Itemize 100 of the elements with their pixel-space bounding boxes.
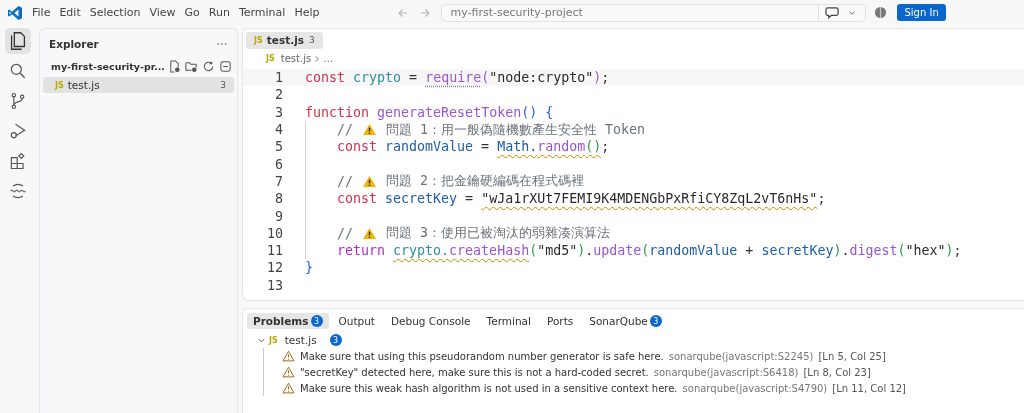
code-identifier: secretKey [385, 191, 458, 207]
line-number: 5 [274, 139, 283, 155]
code-bracket: ( [481, 70, 490, 86]
problem-location: [Ln 11, Col 12] [832, 382, 907, 394]
problem-message[interactable]: Make sure that using this pseudorandom number generator is safe here. [300, 350, 664, 362]
code-comment: 問題 1：用一般偽隨機數產生安全性 Token [385, 120, 646, 139]
count-badge: 3 [329, 334, 342, 346]
menu-item[interactable]: Run [208, 6, 230, 19]
code-function: update [593, 243, 642, 259]
line-number: 3 [274, 104, 283, 120]
code-string: "md5" [537, 243, 578, 259]
line-number: 4 [274, 122, 283, 138]
tree-item[interactable]: JS test.js 3 [43, 77, 234, 93]
breadcrumb-item[interactable]: … [323, 53, 334, 64]
code-function: generateResetToken [377, 104, 522, 120]
code-identifier: randomValue [385, 139, 474, 155]
warning-icon [362, 123, 378, 137]
line-number: 10 [266, 225, 283, 241]
problem-source: sonarqube(javascript:S2245) [668, 350, 814, 362]
line-number: 11 [266, 243, 283, 259]
code-bracket: ( [529, 243, 538, 259]
line-number: 9 [274, 208, 283, 224]
code-keyword: const [337, 191, 379, 207]
code-function: createHash [449, 243, 530, 259]
panel-tab[interactable]: Ports [540, 313, 580, 329]
menu-item[interactable]: Selection [89, 6, 141, 19]
problem-location: [Ln 5, Col 25] [818, 350, 886, 362]
code-text: ; [817, 191, 826, 207]
panel-tab[interactable]: Problems 3 [247, 313, 329, 329]
sidebar-title: Explorer [49, 38, 99, 50]
code-comment: // [337, 173, 354, 189]
line-number: 13 [266, 277, 283, 293]
code-function: digest [849, 243, 898, 259]
line-number: 8 [274, 191, 283, 207]
folder-name[interactable]: my-first-security-pr... [51, 61, 165, 72]
problem-source: sonarqube(javascript:S6418) [653, 366, 799, 378]
code-identifier: crypto [353, 70, 402, 86]
sign-in-button[interactable]: Sign In [897, 4, 946, 21]
code-keyword: const [305, 70, 347, 86]
code-text: . [585, 243, 594, 259]
menu-item[interactable]: Terminal [238, 6, 286, 19]
new-folder-icon[interactable] [184, 60, 198, 73]
code-bracket: ) [833, 243, 842, 259]
code-comment: 問題 3：使用已被淘汰的弱雜湊演算法 [385, 224, 611, 243]
code-identifier: crypto. [393, 243, 450, 259]
code-keyword: function [305, 104, 371, 120]
code-bracket: ) [577, 243, 586, 259]
code-text: . [841, 243, 850, 259]
code-function: require [425, 70, 482, 86]
panel-tab[interactable]: Terminal [480, 313, 537, 329]
chat-bubble-icon[interactable] [825, 5, 841, 20]
code-identifier: secretKey [761, 243, 834, 259]
warning-icon [362, 174, 378, 188]
code-text: + [744, 243, 755, 259]
more-icon[interactable] [217, 42, 227, 46]
code-keyword: const [337, 139, 379, 155]
breadcrumb-item[interactable]: test.js [280, 53, 312, 64]
menu-item[interactable]: Go [184, 6, 200, 19]
warning-icon [282, 382, 295, 394]
code-bracket: } [305, 260, 313, 276]
problem-message[interactable]: Make sure this weak hash algorithm is not used in a sensitive context here. [300, 382, 678, 394]
file-type-label: JS [269, 335, 278, 345]
code-text: = [480, 139, 491, 155]
menu-item[interactable]: View [149, 6, 176, 19]
warning-icon [282, 350, 295, 362]
code-bracket: ( [897, 243, 906, 259]
panel-tab[interactable]: SonarQube 3 [583, 313, 668, 329]
collapse-all-icon[interactable] [218, 60, 232, 73]
new-file-icon[interactable] [167, 60, 181, 73]
code-string: "hex" [905, 243, 946, 259]
line-number: 7 [274, 173, 283, 189]
chevron-right-icon [314, 54, 321, 63]
file-type-label: JS [266, 54, 275, 63]
panel-tab[interactable]: Output [332, 313, 381, 329]
code-bracket: () { [521, 104, 554, 120]
problem-message[interactable]: "secretKey" detected here, make sure this is not a hard-coded secret. [300, 366, 649, 378]
code-bracket: () [585, 139, 602, 155]
menu-item[interactable]: File [32, 6, 51, 19]
warning-icon [282, 366, 295, 378]
line-number: 12 [266, 260, 283, 276]
code-keyword: return [337, 243, 387, 259]
problem-file-name[interactable]: test.js [284, 334, 317, 346]
command-center-field[interactable]: my-first-security-project [441, 3, 867, 22]
code-bracket: ) [945, 243, 954, 259]
refresh-icon[interactable] [201, 60, 215, 73]
menu-item[interactable]: Help [294, 6, 320, 19]
warning-icon [362, 226, 378, 240]
panel-tab[interactable]: Debug Console [385, 313, 477, 329]
code-string: "node:crypto" [489, 70, 594, 86]
account-icon[interactable] [874, 6, 888, 19]
code-text: = [464, 191, 475, 207]
line-number: 6 [274, 156, 283, 172]
line-number: 1 [274, 70, 283, 86]
app-logo-icon[interactable] [7, 4, 23, 21]
code-bracket: ) [593, 70, 602, 86]
problem-location: [Ln 8, Col 23] [803, 366, 871, 378]
editor-tab[interactable]: JS test.js 3 [246, 32, 323, 49]
code-text: ; [953, 243, 962, 259]
code-bracket: ( [641, 243, 650, 259]
menu-item[interactable]: Edit [59, 6, 81, 19]
